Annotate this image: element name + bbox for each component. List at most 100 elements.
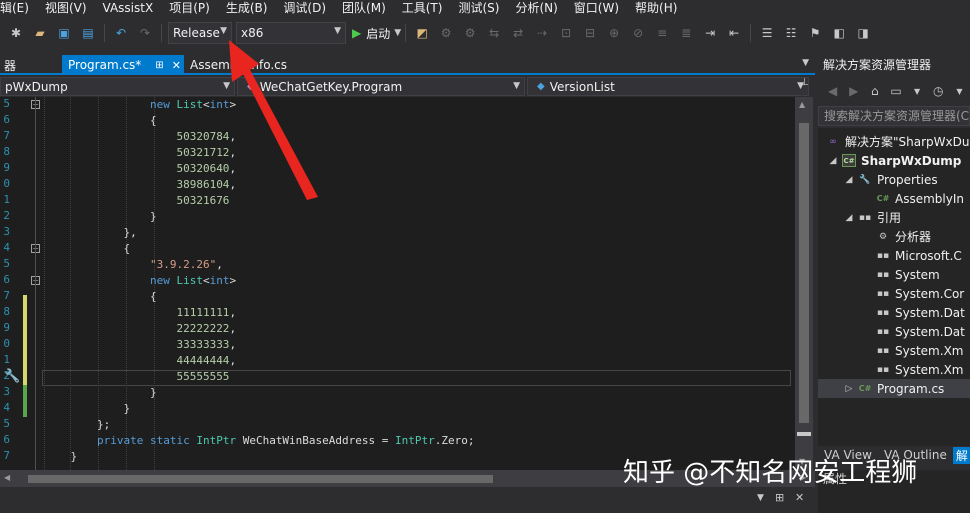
redo-icon[interactable]: ↷ [136, 24, 154, 42]
side-panel-tab[interactable]: 解 [952, 446, 970, 464]
scroll-left-icon[interactable]: ◀ [4, 473, 10, 482]
forward-icon[interactable]: ▶ [845, 82, 862, 100]
close-icon[interactable]: ✕ [795, 491, 804, 504]
project-dropdown[interactable]: pWxDump ▼ [0, 77, 235, 96]
tree-item[interactable]: ▪▪ Microsoft.C [818, 246, 970, 265]
editor-vertical-scrollbar[interactable]: ▲ ▼ [795, 97, 813, 470]
tree-item[interactable]: ◢ C# SharpWxDump [818, 151, 970, 170]
tab-assemblyinfo-cs[interactable]: AssemblyInfo.cs [184, 55, 304, 75]
solution-explorer-search-input[interactable]: 搜索解决方案资源管理器(C [818, 106, 970, 126]
solution-configuration-select[interactable]: Release ▼ [168, 22, 232, 44]
expander-icon[interactable]: ◢ [844, 175, 854, 185]
tab-overflow-icon[interactable]: ▼ [802, 58, 809, 68]
home-icon[interactable]: ⌂ [866, 82, 883, 100]
bookmark-prev-icon[interactable]: ◧ [830, 24, 848, 42]
tree-item[interactable]: ∞ 解决方案"SharpWxDu [818, 132, 970, 151]
code-line: new List<int> [44, 273, 236, 289]
step-icon[interactable]: ⇢ [533, 24, 551, 42]
code-token: } [70, 450, 78, 463]
pending-changes-icon[interactable]: ◷ [930, 82, 947, 100]
start-debug-button[interactable]: ▶ 启动 ▼ [352, 25, 401, 42]
bookmark-flag-icon[interactable]: ⚑ [806, 24, 824, 42]
back-icon[interactable]: ◀ [824, 82, 841, 100]
chevron-down-icon[interactable]: ▼ [757, 493, 764, 503]
comment-icon[interactable]: ≡ [653, 24, 671, 42]
switch-views-icon[interactable]: ▭ [887, 82, 904, 100]
bookmark-next-icon[interactable]: ◨ [854, 24, 872, 42]
menu-item[interactable]: 测试(S) [450, 0, 507, 17]
chevron-down-icon[interactable]: ▼ [951, 82, 968, 100]
new-project-icon[interactable]: ✱ [7, 24, 25, 42]
menu-item[interactable]: 调试(D) [275, 0, 334, 17]
breakpoint-icon[interactable]: ⊡ [557, 24, 575, 42]
tree-item[interactable]: ▪▪ System.Dat [818, 322, 970, 341]
menu-item[interactable]: 辑(E) [0, 0, 37, 17]
expander-icon[interactable]: ◢ [844, 213, 854, 223]
menu-item[interactable]: VAssistX [95, 0, 162, 17]
scrollbar-thumb[interactable] [28, 475, 493, 483]
tree-item[interactable]: ▪▪ System.Dat [818, 303, 970, 322]
scroll-up-icon[interactable]: ▲ [799, 100, 805, 109]
tree-item[interactable]: ▪▪ System [818, 265, 970, 284]
member-dropdown[interactable]: ◆ VersionList ▼ [527, 77, 809, 96]
expander-icon[interactable]: ◢ [828, 156, 838, 166]
menu-item[interactable]: 项目(P) [161, 0, 218, 17]
save-all-icon[interactable]: ▤ [79, 24, 97, 42]
code-token: { [149, 114, 157, 127]
toolbar-separator [104, 24, 105, 42]
pin-icon[interactable]: ⊞ [155, 60, 163, 71]
menu-item[interactable]: 帮助(H) [627, 0, 685, 17]
bookmark-icon[interactable]: ⊘ [629, 24, 647, 42]
chevron-down-icon[interactable]: ▼ [909, 82, 926, 100]
tree-item[interactable]: ⚙ 分析器 [818, 227, 970, 246]
debug-tool-icon[interactable]: ⚙ [437, 24, 455, 42]
navigate-icon[interactable]: ⇥ [701, 24, 719, 42]
tree-item[interactable]: ▷ C# Program.cs [818, 379, 970, 398]
code-token: int [209, 98, 230, 111]
code-editor[interactable]: 56789012345678901234567−−− 🔧 new List<in… [0, 97, 795, 470]
save-icon[interactable]: ▣ [55, 24, 73, 42]
list-icon[interactable]: ☰ [758, 24, 776, 42]
menu-item[interactable]: 生成(B) [218, 0, 276, 17]
tree-item[interactable]: ▪▪ System.Cor [818, 284, 970, 303]
tab-program-cs[interactable]: Program.cs* ⊞ ✕ [62, 55, 184, 75]
menu-item[interactable]: 窗口(W) [566, 0, 627, 17]
tree-item[interactable]: ▪▪ System.Xm [818, 360, 970, 379]
step-icon[interactable]: ⇆ [485, 24, 503, 42]
bookmark-icon[interactable]: ⊕ [605, 24, 623, 42]
menu-item[interactable]: 工具(T) [394, 0, 451, 17]
expander-icon[interactable]: ▷ [844, 384, 854, 394]
line-number: 5 [3, 417, 10, 430]
breakpoint-icon[interactable]: ⊟ [581, 24, 599, 42]
tree-item[interactable]: ◢ ▪▪ 引用 [818, 208, 970, 227]
code-token: { [149, 290, 157, 303]
navigate-icon[interactable]: ⇤ [725, 24, 743, 42]
step-icon[interactable]: ⇄ [509, 24, 527, 42]
quick-action-icon[interactable]: 🔧 [4, 369, 20, 384]
menu-item[interactable]: 团队(M) [334, 0, 394, 17]
tree-item[interactable]: C# AssemblyIn [818, 189, 970, 208]
splitter-icon[interactable]: ⊥ [800, 77, 809, 88]
tab-partial[interactable]: 器 [0, 55, 58, 75]
open-folder-icon[interactable]: ▰ [31, 24, 49, 42]
menu-item[interactable]: 分析(N) [507, 0, 565, 17]
undo-icon[interactable]: ↶ [112, 24, 130, 42]
uncomment-icon[interactable]: ≣ [677, 24, 695, 42]
list-icon[interactable]: ☷ [782, 24, 800, 42]
solution-platform-select[interactable]: x86 ▼ [236, 22, 346, 44]
pin-icon[interactable]: ⊞ [775, 491, 784, 504]
debug-tool-icon[interactable]: ⚙ [461, 24, 479, 42]
close-icon[interactable]: ✕ [172, 59, 181, 72]
code-line: } [44, 209, 157, 225]
saved-change-marker [23, 385, 27, 417]
line-number: 3 [3, 225, 10, 238]
scrollbar-thumb[interactable] [799, 123, 809, 423]
menu-item[interactable]: 视图(V) [37, 0, 95, 17]
class-dropdown[interactable]: ◆ WeChatGetKey.Program ▼ [237, 77, 525, 96]
tree-item[interactable]: ▪▪ System.Xm [818, 341, 970, 360]
find-icon[interactable]: ◩ [413, 24, 431, 42]
tree-item[interactable]: ◢ 🔧 Properties [818, 170, 970, 189]
